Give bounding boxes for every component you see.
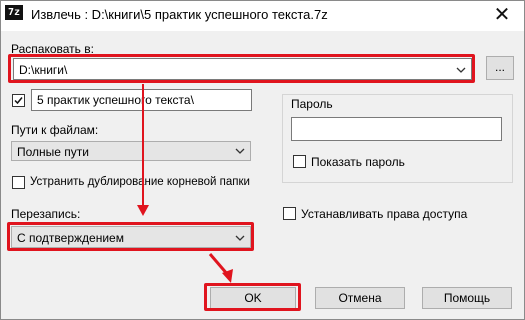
annotation-arrows xyxy=(137,84,233,283)
arrow-down-icon xyxy=(137,205,149,216)
